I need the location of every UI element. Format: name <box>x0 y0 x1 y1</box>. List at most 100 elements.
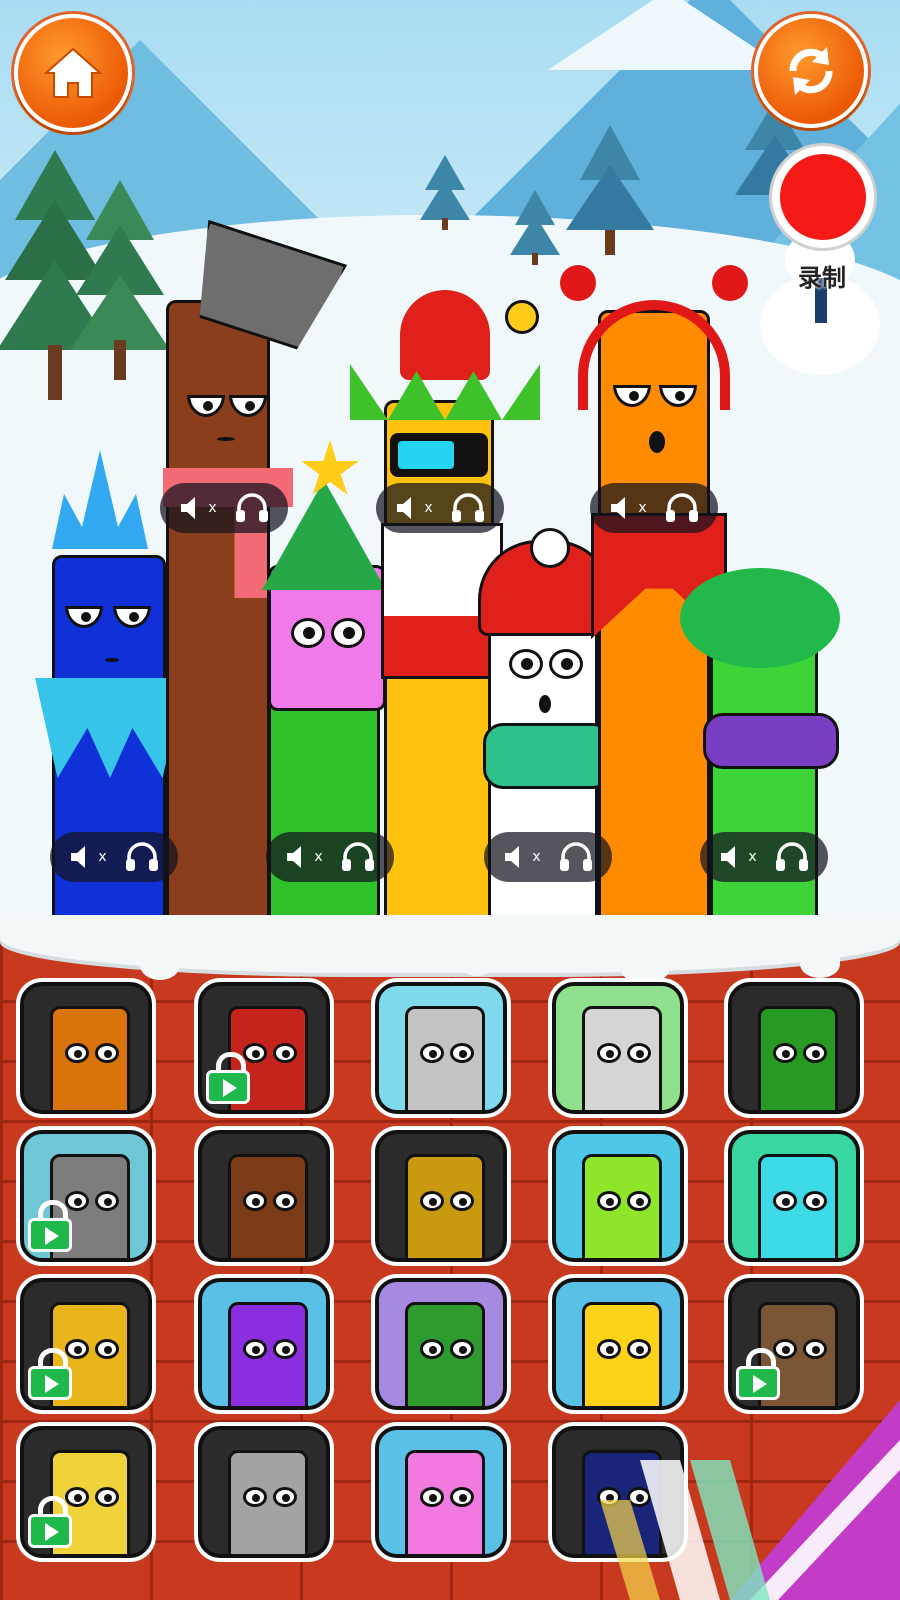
character-tile-purple-cyclops[interactable] <box>198 1278 330 1410</box>
tile-character-face <box>582 1006 662 1110</box>
mute-button[interactable]: x <box>178 494 217 522</box>
tile-character-face <box>405 1302 485 1406</box>
tile-eye <box>803 1043 827 1063</box>
pine-tree <box>70 180 170 380</box>
speaker-mute-icon <box>505 846 520 868</box>
solo-button[interactable] <box>340 841 376 873</box>
controls-blue-feather: x <box>50 832 178 882</box>
home-button[interactable] <box>14 14 132 132</box>
tile-character-face <box>758 1006 838 1110</box>
tile-eye <box>95 1191 119 1211</box>
character-tile-green-flower[interactable] <box>728 982 860 1114</box>
character-mouth <box>217 437 235 441</box>
character-mouth <box>539 695 551 713</box>
tile-eye <box>243 1191 267 1211</box>
snow-drip <box>620 950 670 984</box>
tile-eye <box>803 1339 827 1359</box>
character-tile-gray-bow[interactable] <box>375 982 507 1114</box>
solo-button[interactable] <box>558 841 594 873</box>
character-tile-red-christmas[interactable] <box>198 982 330 1114</box>
character-tile-cyan-bear[interactable] <box>728 1130 860 1262</box>
tile-eye <box>773 1339 797 1359</box>
speaker-mute-icon <box>721 846 736 868</box>
character-tile-gray-cat[interactable] <box>20 1130 152 1262</box>
character-tile-sun[interactable] <box>20 1278 152 1410</box>
pine-tree <box>510 190 560 265</box>
record-button[interactable] <box>772 146 874 248</box>
snow-drip <box>140 950 180 980</box>
mute-button[interactable]: x <box>68 843 107 871</box>
controls-yellow-jester: x <box>376 483 504 533</box>
tile-eye <box>95 1043 119 1063</box>
tile-eye <box>243 1339 267 1359</box>
character-eye <box>65 606 103 628</box>
mute-mark: x <box>638 500 647 516</box>
tile-eye <box>597 1043 621 1063</box>
snow-drip <box>800 950 840 978</box>
character-tile-navy-hidden[interactable] <box>552 1426 684 1558</box>
headphones-icon <box>451 493 484 522</box>
mute-button[interactable]: x <box>284 843 323 871</box>
tile-eye <box>243 1043 267 1063</box>
refresh-button[interactable] <box>754 14 868 128</box>
tile-eye <box>627 1043 651 1063</box>
tile-eye <box>65 1043 89 1063</box>
character-tile-pink-bunny[interactable] <box>375 1426 507 1558</box>
lock-play-ad-icon <box>736 1348 780 1400</box>
pine-tree <box>565 125 655 255</box>
character-tile-yellow-jester[interactable] <box>375 1130 507 1262</box>
mute-button[interactable]: x <box>394 494 433 522</box>
tile-eye <box>773 1043 797 1063</box>
speaker-mute-icon <box>71 846 86 868</box>
mute-button[interactable]: x <box>502 843 541 871</box>
tile-eye <box>273 1339 297 1359</box>
tile-eye <box>450 1487 474 1507</box>
scarf <box>483 723 613 789</box>
tile-eye <box>243 1487 267 1507</box>
tile-character-face <box>405 1450 485 1554</box>
solo-button[interactable] <box>774 841 810 873</box>
tile-eye <box>273 1487 297 1507</box>
tile-eye <box>627 1339 651 1359</box>
character-tile-christmas-tree[interactable] <box>375 1278 507 1410</box>
speaker-mute-icon <box>287 846 302 868</box>
character-tile-lime-spiky[interactable] <box>552 1130 684 1262</box>
speaker-mute-icon <box>181 497 196 519</box>
character-tile-brown-hat[interactable] <box>728 1278 860 1410</box>
character-tile-gray-knight[interactable] <box>198 1426 330 1558</box>
game-screen: 录制 x x x x x x x <box>0 0 900 1600</box>
winter-scene-background <box>0 0 900 960</box>
character-white-santa <box>483 610 613 930</box>
mute-button[interactable]: x <box>608 494 647 522</box>
speaker-mute-icon <box>611 497 626 519</box>
character-tile-orange-headphones[interactable] <box>20 982 152 1114</box>
tile-eye <box>273 1043 297 1063</box>
solo-button[interactable] <box>124 841 160 873</box>
speaker-mute-icon <box>397 497 412 519</box>
mute-mark: x <box>98 849 107 865</box>
tile-eye <box>65 1487 89 1507</box>
character-tile-yellow-bowl-cut[interactable] <box>552 1278 684 1410</box>
solo-button[interactable] <box>664 492 700 524</box>
solo-button[interactable] <box>234 492 270 524</box>
character-tile-brown-bucket[interactable] <box>198 1130 330 1262</box>
lock-play-ad-icon <box>28 1348 72 1400</box>
character-eye <box>229 395 267 417</box>
controls-green-elf: x <box>266 832 394 882</box>
controls-white-santa: x <box>484 832 612 882</box>
feather-collar <box>35 678 185 778</box>
tile-character-face <box>582 1302 662 1406</box>
tile-eye <box>420 1043 444 1063</box>
pompom <box>530 528 570 568</box>
leafy-hair <box>680 568 840 668</box>
snow-ledge <box>0 915 900 973</box>
character-brown-bucket <box>163 300 293 930</box>
visor <box>390 433 488 477</box>
character-tile-robot[interactable] <box>552 982 684 1114</box>
mute-button[interactable]: x <box>718 843 757 871</box>
scarf <box>703 713 839 769</box>
character-tile-music-box[interactable] <box>20 1426 152 1558</box>
solo-button[interactable] <box>450 492 486 524</box>
tile-character-face <box>405 1006 485 1110</box>
controls-orange-headphones: x <box>590 483 718 533</box>
